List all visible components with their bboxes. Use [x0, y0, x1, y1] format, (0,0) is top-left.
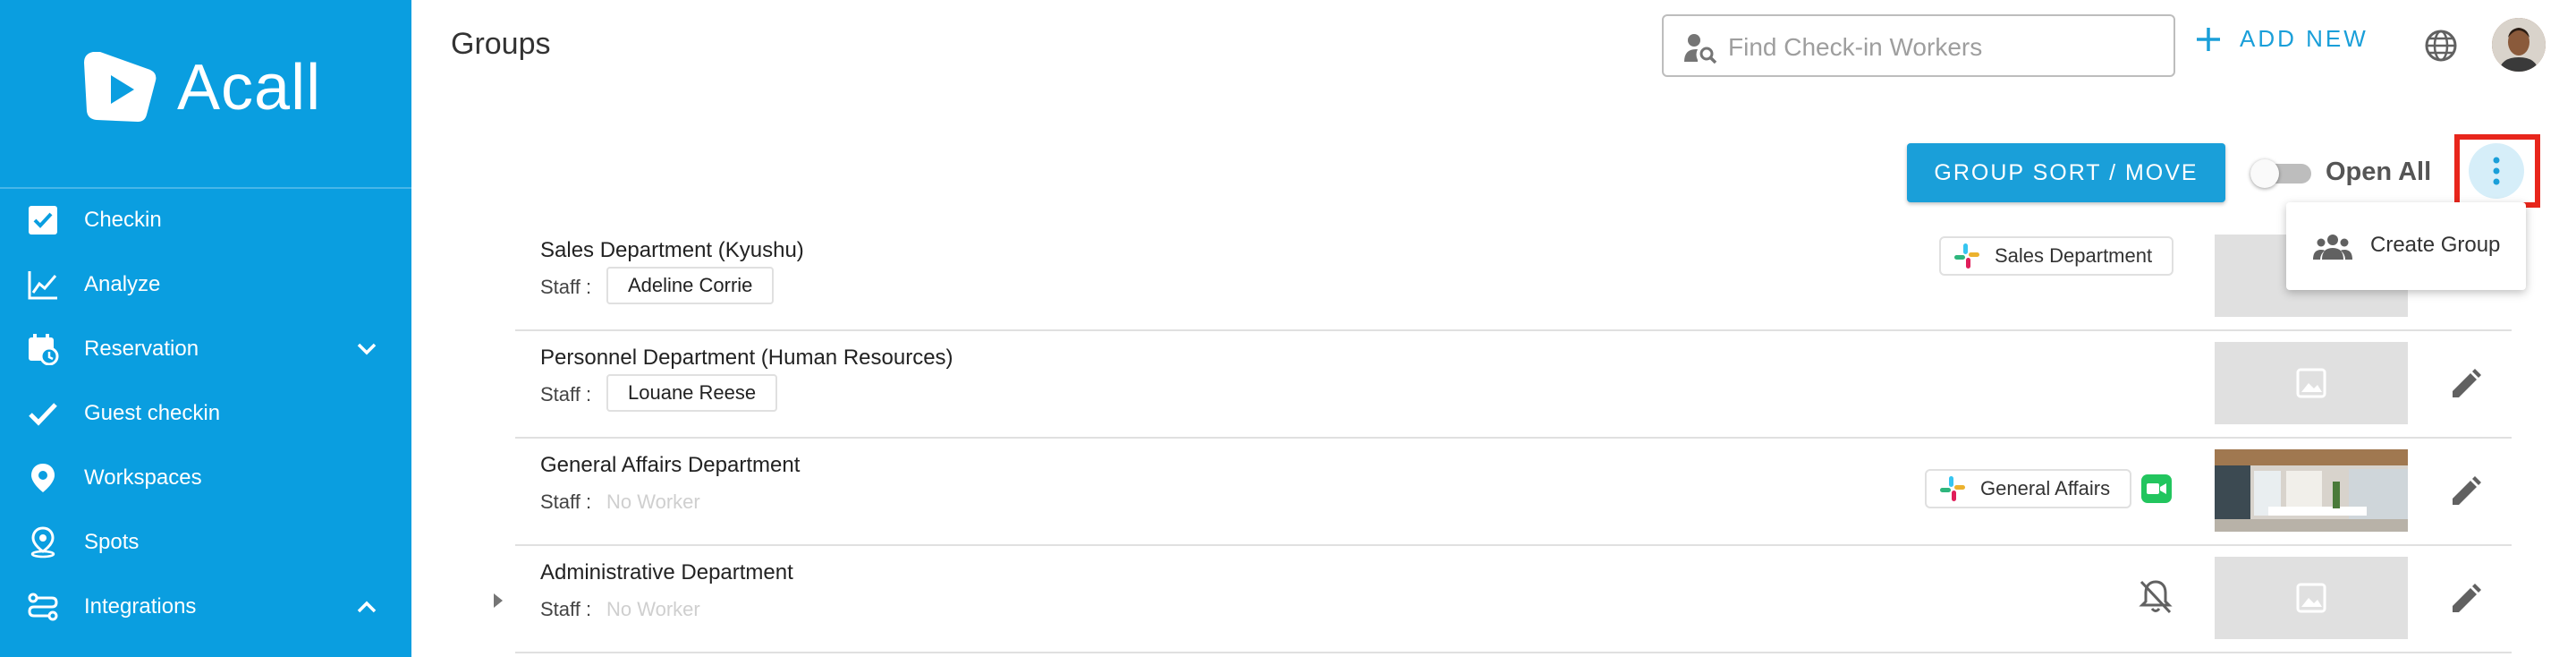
- sidebar-item-label: Checkin: [84, 208, 162, 232]
- facetime-icon[interactable]: [2141, 474, 2172, 503]
- sidebar: Acall Checkin Analyze Reservation Guest …: [0, 0, 411, 657]
- more-vertical-icon: [2493, 157, 2500, 185]
- create-group-label: Create Group: [2370, 233, 2501, 257]
- app-root: Acall Checkin Analyze Reservation Guest …: [0, 0, 2576, 657]
- slack-channel-chip[interactable]: Sales Department: [1939, 236, 2174, 276]
- image-icon: [2296, 368, 2326, 398]
- slack-channel-label: Sales Department: [1995, 244, 2153, 267]
- staff-chip[interactable]: Louane Reese: [606, 374, 778, 412]
- no-worker-text: No Worker: [606, 491, 700, 513]
- calendar-clock-icon: [29, 334, 59, 365]
- slack-icon: [1954, 243, 1979, 269]
- person-search-icon: [1684, 34, 1717, 64]
- sidebar-item-integrations[interactable]: Integrations: [0, 575, 411, 639]
- integrations-icon: [28, 593, 58, 621]
- group-image-placeholder[interactable]: [2215, 342, 2408, 424]
- group-name: Personnel Department (Human Resources): [540, 346, 953, 370]
- edit-pencil-icon[interactable]: [2447, 474, 2483, 510]
- sidebar-item-label: Workspaces: [84, 465, 202, 490]
- staff-label: Staff :: [540, 598, 592, 620]
- chevron-up-icon[interactable]: [354, 594, 379, 619]
- notifications-off-icon[interactable]: [2136, 576, 2175, 616]
- image-icon: [2296, 583, 2326, 613]
- page-title: Groups: [451, 27, 551, 61]
- expand-arrow-icon[interactable]: [492, 593, 504, 609]
- group-sort-move-button[interactable]: GROUP SORT / MOVE: [1907, 143, 2225, 202]
- toggle-knob: [2250, 159, 2279, 188]
- staff-chip[interactable]: Adeline Corrie: [606, 267, 775, 304]
- chart-line-icon: [28, 271, 57, 300]
- sidebar-item-spots[interactable]: Spots: [0, 510, 411, 575]
- edit-pencil-icon[interactable]: [2447, 367, 2483, 403]
- avatar[interactable]: [2492, 18, 2546, 72]
- sidebar-item-label: Reservation: [84, 337, 199, 361]
- sidebar-item-checkin[interactable]: Checkin: [0, 188, 411, 252]
- group-row[interactable]: Sales Department (Kyushu) Staff : Adelin…: [515, 222, 2512, 331]
- sidebar-item-label: Spots: [84, 530, 140, 554]
- logo[interactable]: Acall: [75, 43, 321, 132]
- sidebar-item-analyze[interactable]: Analyze: [0, 252, 411, 317]
- group-image-placeholder[interactable]: [2215, 557, 2408, 639]
- sidebar-item-workspaces[interactable]: Workspaces: [0, 446, 411, 510]
- group-row[interactable]: General Affairs Department Staff : No Wo…: [515, 437, 2512, 546]
- sidebar-nav: Checkin Analyze Reservation Guest checki…: [0, 188, 411, 639]
- no-worker-text: No Worker: [606, 598, 700, 620]
- open-all-label: Open All: [2326, 158, 2432, 186]
- sidebar-item-guest-checkin[interactable]: Guest checkin: [0, 381, 411, 446]
- staff-label: Staff :: [540, 276, 592, 298]
- office-photo-icon: [2215, 449, 2408, 532]
- add-new-button[interactable]: ADD NEW: [2195, 25, 2368, 53]
- checkbox-icon: [29, 206, 57, 235]
- checkmark-icon: [29, 403, 57, 426]
- group-row[interactable]: Administrative Department Staff : No Wor…: [494, 544, 2512, 653]
- slack-icon: [1940, 476, 1965, 501]
- sidebar-item-label: Guest checkin: [84, 401, 221, 425]
- plus-icon: [2197, 27, 2220, 51]
- group-row[interactable]: Personnel Department (Human Resources) S…: [515, 329, 2512, 439]
- acall-logo-icon: [84, 52, 157, 122]
- location-pin-icon: [31, 464, 55, 492]
- slack-channel-chip[interactable]: General Affairs: [1925, 469, 2132, 508]
- chevron-down-icon[interactable]: [354, 337, 379, 362]
- group-name: Administrative Department: [540, 560, 793, 584]
- add-new-label: ADD NEW: [2240, 25, 2368, 52]
- search-input[interactable]: [1726, 29, 2159, 66]
- slack-channel-label: General Affairs: [1980, 477, 2111, 499]
- group-name: Sales Department (Kyushu): [540, 238, 804, 262]
- staff-label: Staff :: [540, 491, 592, 513]
- options-menu: Create Group: [2286, 202, 2526, 290]
- create-group-menu-item[interactable]: Create Group: [2286, 202, 2526, 290]
- open-all-toggle[interactable]: [2250, 159, 2313, 188]
- spot-pin-icon: [30, 526, 55, 559]
- sidebar-item-label: Analyze: [84, 272, 161, 296]
- group-icon: [2313, 235, 2352, 260]
- sidebar-item-label: Integrations: [84, 594, 197, 619]
- search-box[interactable]: [1662, 14, 2175, 77]
- staff-label: Staff :: [540, 383, 592, 405]
- logo-text: Acall: [177, 52, 322, 124]
- more-options-button[interactable]: [2469, 143, 2524, 199]
- edit-pencil-icon[interactable]: [2447, 582, 2483, 618]
- user-avatar-icon: [2492, 18, 2546, 72]
- sidebar-item-reservation[interactable]: Reservation: [0, 317, 411, 381]
- globe-icon[interactable]: [2424, 29, 2458, 63]
- group-name: General Affairs Department: [540, 453, 801, 477]
- group-photo[interactable]: [2215, 449, 2408, 532]
